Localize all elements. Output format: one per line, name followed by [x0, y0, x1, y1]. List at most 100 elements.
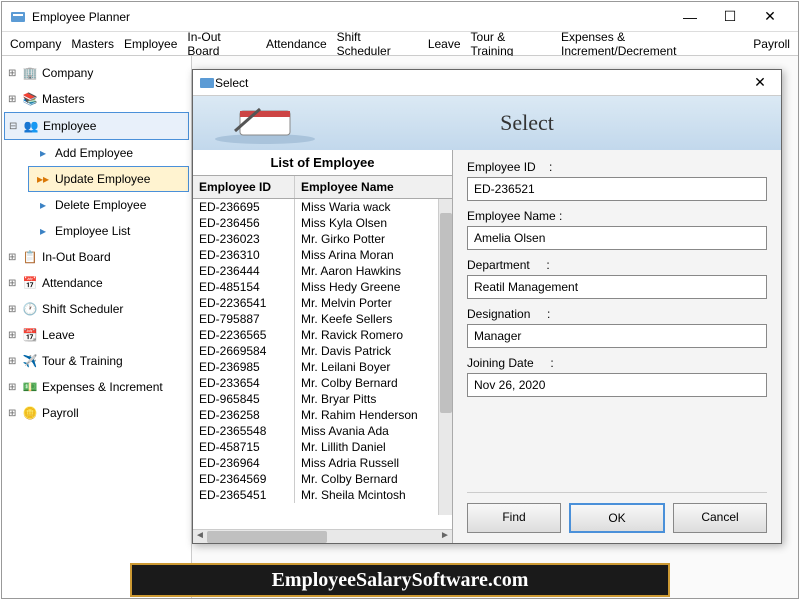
building-icon: 🏢: [22, 65, 38, 81]
notebook-icon: [205, 101, 325, 145]
employee-name-field[interactable]: [467, 226, 767, 250]
table-row[interactable]: ED-236985Mr. Leilani Boyer: [193, 359, 452, 375]
table-row[interactable]: ED-236444Mr. Aaron Hawkins: [193, 263, 452, 279]
tree-leave[interactable]: ⊞📆Leave: [4, 322, 189, 348]
table-row[interactable]: ED-2669584Mr. Davis Patrick: [193, 343, 452, 359]
tree-attendance[interactable]: ⊞📅Attendance: [4, 270, 189, 296]
tree-masters[interactable]: ⊞📚Masters: [4, 86, 189, 112]
table-row[interactable]: ED-233654Mr. Colby Bernard: [193, 375, 452, 391]
menu-employee[interactable]: Employee: [120, 35, 181, 53]
cell-id: ED-2365548: [193, 423, 295, 439]
expander-icon: ⊞: [8, 304, 18, 315]
ok-button[interactable]: OK: [569, 503, 665, 533]
sidebar-tree: ⊞ 🏢 Company ⊞📚Masters ⊟👥Employee ▸Add Empl…: [2, 56, 192, 598]
header-employee-id[interactable]: Employee ID: [193, 176, 295, 198]
cell-name: Mr. Colby Bernard: [295, 471, 452, 487]
list-rows[interactable]: ED-236695Miss Waria wackED-236456Miss Ky…: [193, 199, 452, 529]
menu-shift[interactable]: Shift Scheduler: [333, 28, 422, 60]
employee-id-field[interactable]: [467, 177, 767, 201]
maximize-button[interactable]: ☐: [710, 4, 750, 30]
table-row[interactable]: ED-236310Miss Arina Moran: [193, 247, 452, 263]
board-icon: 📋: [22, 249, 38, 265]
coin-icon: 🪙: [22, 405, 38, 421]
dialog-close-button[interactable]: ✕: [745, 74, 775, 91]
minimize-button[interactable]: —: [670, 4, 710, 30]
designation-field[interactable]: [467, 324, 767, 348]
cancel-button[interactable]: Cancel: [673, 503, 767, 533]
find-button[interactable]: Find: [467, 503, 561, 533]
cell-id: ED-2669584: [193, 343, 295, 359]
cell-name: Mr. Rahim Henderson: [295, 407, 452, 423]
scrollbar-thumb[interactable]: [207, 531, 327, 543]
tree-shift[interactable]: ⊞🕐Shift Scheduler: [4, 296, 189, 322]
arrow-icon: ▸: [35, 197, 51, 213]
employee-list-panel: List of Employee Employee ID Employee Na…: [193, 150, 453, 543]
tree-expenses[interactable]: ⊞💵Expenses & Increment: [4, 374, 189, 400]
menu-masters[interactable]: Masters: [67, 35, 118, 53]
menu-attendance[interactable]: Attendance: [262, 35, 331, 53]
table-row[interactable]: ED-236695Miss Waria wack: [193, 199, 452, 215]
vertical-scrollbar[interactable]: [438, 199, 452, 515]
table-row[interactable]: ED-2236541Mr. Melvin Porter: [193, 295, 452, 311]
tree-tour[interactable]: ⊞✈️Tour & Training: [4, 348, 189, 374]
tree-delete-employee[interactable]: ▸Delete Employee: [28, 192, 189, 218]
arrow-icon: ▸: [35, 223, 51, 239]
joining-date-field[interactable]: [467, 373, 767, 397]
tree-employee-children: ▸Add Employee ▸▸Update Employee ▸Delete …: [4, 140, 189, 244]
tree-add-employee[interactable]: ▸Add Employee: [28, 140, 189, 166]
table-row[interactable]: ED-485154Miss Hedy Greene: [193, 279, 452, 295]
menu-tour[interactable]: Tour & Training: [467, 28, 556, 60]
menu-payroll[interactable]: Payroll: [749, 35, 794, 53]
table-row[interactable]: ED-236023Mr. Girko Potter: [193, 231, 452, 247]
table-row[interactable]: ED-236456Miss Kyla Olsen: [193, 215, 452, 231]
tree-label: Company: [42, 66, 93, 80]
cell-name: Miss Adria Russell: [295, 455, 452, 471]
table-row[interactable]: ED-236964Miss Adria Russell: [193, 455, 452, 471]
table-row[interactable]: ED-795887Mr. Keefe Sellers: [193, 311, 452, 327]
close-button[interactable]: ✕: [750, 4, 790, 30]
table-row[interactable]: ED-2365548Miss Avania Ada: [193, 423, 452, 439]
dialog-buttons: Find OK Cancel: [467, 492, 767, 533]
people-icon: 👥: [23, 118, 39, 134]
header-employee-name[interactable]: Employee Name: [295, 176, 452, 198]
cell-id: ED-2365451: [193, 487, 295, 503]
tree-employee[interactable]: ⊟👥Employee: [4, 112, 189, 140]
scroll-track[interactable]: [207, 530, 438, 543]
table-row[interactable]: ED-458715Mr. Lillith Daniel: [193, 439, 452, 455]
tree-employee-list[interactable]: ▸Employee List: [28, 218, 189, 244]
tree-label: Shift Scheduler: [42, 302, 123, 316]
horizontal-scrollbar[interactable]: ◄ ►: [193, 529, 452, 543]
tree-update-employee[interactable]: ▸▸Update Employee: [28, 166, 189, 192]
employee-name-label: Employee Name :: [467, 209, 767, 223]
dialog-titlebar: Select ✕: [193, 70, 781, 96]
joining-date-label: Joining Date :: [467, 356, 767, 370]
tree-company[interactable]: ⊞🏢Company: [4, 60, 189, 86]
scroll-right-icon[interactable]: ►: [438, 530, 452, 543]
expander-icon: ⊞: [8, 94, 18, 105]
app-title: Employee Planner: [32, 10, 670, 24]
tree-inout[interactable]: ⊞📋In-Out Board: [4, 244, 189, 270]
department-field[interactable]: [467, 275, 767, 299]
table-row[interactable]: ED-2365451Mr. Sheila Mcintosh: [193, 487, 452, 503]
menu-company[interactable]: Company: [6, 35, 65, 53]
expander-icon: ⊞: [8, 382, 18, 393]
list-header: Employee ID Employee Name: [193, 175, 452, 199]
cell-id: ED-236310: [193, 247, 295, 263]
cell-id: ED-458715: [193, 439, 295, 455]
cell-name: Mr. Lillith Daniel: [295, 439, 452, 455]
menubar: Company Masters Employee In-Out Board At…: [2, 32, 798, 56]
app-icon: [10, 9, 26, 25]
tree-payroll[interactable]: ⊞🪙Payroll: [4, 400, 189, 426]
menu-inout[interactable]: In-Out Board: [183, 28, 260, 60]
table-row[interactable]: ED-236258Mr. Rahim Henderson: [193, 407, 452, 423]
dialog-banner: Select: [193, 96, 781, 150]
designation-label: Designation :: [467, 307, 767, 321]
scrollbar-thumb[interactable]: [440, 213, 452, 413]
table-row[interactable]: ED-2364569Mr. Colby Bernard: [193, 471, 452, 487]
table-row[interactable]: ED-965845Mr. Bryar Pitts: [193, 391, 452, 407]
dialog-heading: Select: [325, 110, 769, 136]
menu-leave[interactable]: Leave: [424, 35, 465, 53]
scroll-left-icon[interactable]: ◄: [193, 530, 207, 543]
menu-expenses[interactable]: Expenses & Increment/Decrement: [557, 28, 747, 60]
table-row[interactable]: ED-2236565Mr. Ravick Romero: [193, 327, 452, 343]
